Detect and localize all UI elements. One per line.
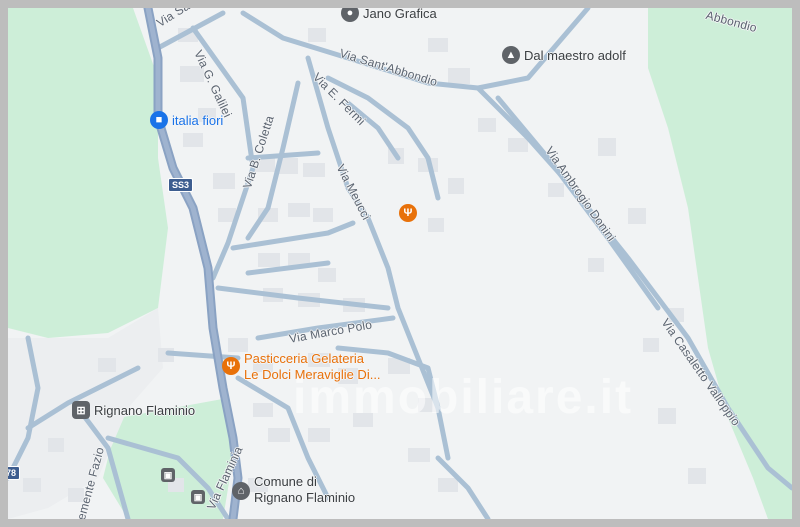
park-west <box>8 8 168 338</box>
fork-knife-icon: Ψ <box>399 204 417 222</box>
road-shield-ss3: SS3 <box>168 178 194 192</box>
watermark: immobiliare.it <box>293 371 634 424</box>
poi-comune[interactable]: ⌂ Comune di Rignano Flaminio <box>232 474 355 506</box>
map-pin-icon: ● <box>341 8 359 22</box>
bus-stop-icon[interactable]: ▣ <box>191 490 205 504</box>
bus-stop-icon[interactable]: ▣ <box>161 468 175 482</box>
road-shield-78: 78 <box>8 466 21 480</box>
map-frame: Via Sant'Ab Via G. Galilei Via Sant'Abbo… <box>0 0 800 527</box>
poi-restaurant[interactable]: Ψ <box>399 204 417 222</box>
comune-name-line2: Rignano Flaminio <box>254 490 356 505</box>
town-hall-icon: ⌂ <box>232 482 250 500</box>
comune-name-line1: Comune di <box>254 474 317 489</box>
poi-dal-maestro[interactable]: ▲ Dal maestro adolf <box>502 46 626 64</box>
train-icon: ⊞ <box>72 401 90 419</box>
map-canvas[interactable]: Via Sant'Ab Via G. Galilei Via Sant'Abbo… <box>8 8 792 519</box>
park-east <box>648 8 792 519</box>
fork-knife-icon: Ψ <box>222 357 240 375</box>
shopping-bag-icon: ■ <box>150 111 168 129</box>
poi-jano-grafica[interactable]: ● Jano Grafica <box>341 8 437 22</box>
map-base-layer <box>8 8 792 519</box>
poi-rignano-station[interactable]: ⊞ Rignano Flaminio <box>72 401 195 419</box>
pasticceria-name-line1: Pasticceria Gelateria <box>244 351 364 366</box>
school-icon: ▲ <box>502 46 520 64</box>
poi-italia-fiori[interactable]: ■ italia fiori <box>150 111 223 129</box>
